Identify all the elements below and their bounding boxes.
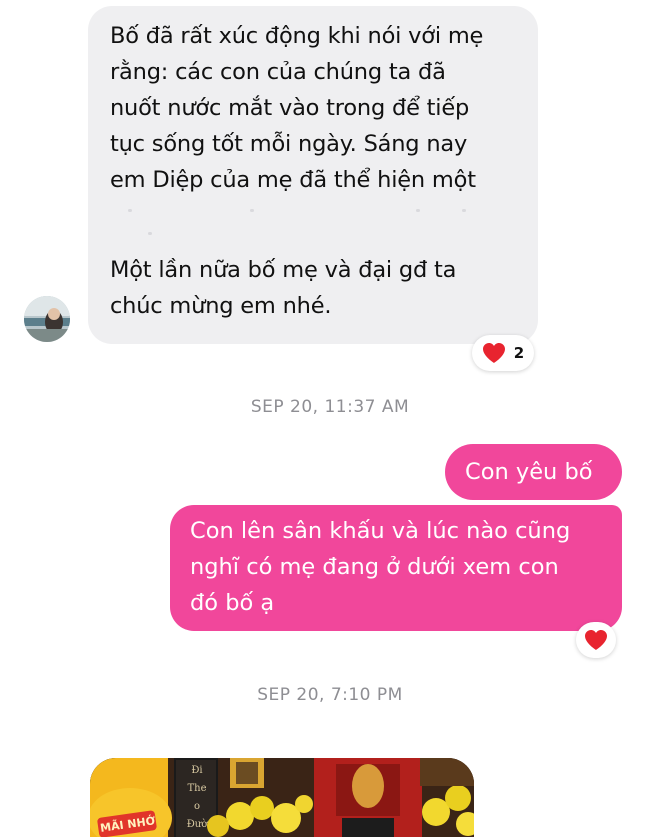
message-line: đó bố ạ xyxy=(190,590,275,616)
outgoing-message-bubble[interactable]: Con yêu bố xyxy=(445,444,622,500)
message-line: rằng: các con của chúng ta đã xyxy=(110,59,446,85)
message-line: nghĩ có mẹ đang ở dưới xem con xyxy=(190,554,559,580)
reaction-badge[interactable] xyxy=(576,622,616,658)
blur-mark xyxy=(148,232,152,235)
outgoing-message-bubble[interactable]: Con lên sân khấu và lúc nào cũng nghĩ có… xyxy=(170,505,622,631)
blur-mark xyxy=(416,209,420,212)
message-line: Bố đã rất xúc động khi nói với mẹ xyxy=(110,23,484,49)
incoming-message-bubble[interactable]: Bố đã rất xúc động khi nói với mẹ rằng: … xyxy=(88,6,538,344)
message-line: nuốt nước mắt vào trong để tiếp xyxy=(110,95,470,121)
message-line: Con lên sân khấu và lúc nào cũng xyxy=(190,518,571,544)
message-line: chúc mừng em nhé. xyxy=(110,293,332,319)
blur-mark xyxy=(462,209,466,212)
blur-mark xyxy=(250,209,254,212)
photo-message[interactable]: MÃI NHỚ Đi Theo Đường xyxy=(90,758,474,837)
blank-gap xyxy=(110,198,520,252)
reaction-badge[interactable]: 2 xyxy=(472,335,534,371)
blur-mark xyxy=(128,209,132,212)
message-line: em Diệp của mẹ đã thể hiện một xyxy=(110,167,476,193)
timestamp: SEP 20, 7:10 PM xyxy=(257,685,403,705)
message-line: Con yêu bố xyxy=(465,459,593,485)
scroll-text: Đi Theo Đường xyxy=(186,765,208,830)
message-line: tục sống tốt mỗi ngày. Sáng nay xyxy=(110,131,468,157)
reaction-count: 2 xyxy=(513,344,525,362)
timestamp: SEP 20, 11:37 AM xyxy=(250,397,410,417)
heart-icon xyxy=(585,630,607,650)
message-line: Một lần nữa bố mẹ và đại gđ ta xyxy=(110,257,457,283)
avatar-image xyxy=(24,296,70,342)
avatar[interactable] xyxy=(24,296,70,342)
heart-icon xyxy=(482,343,505,363)
